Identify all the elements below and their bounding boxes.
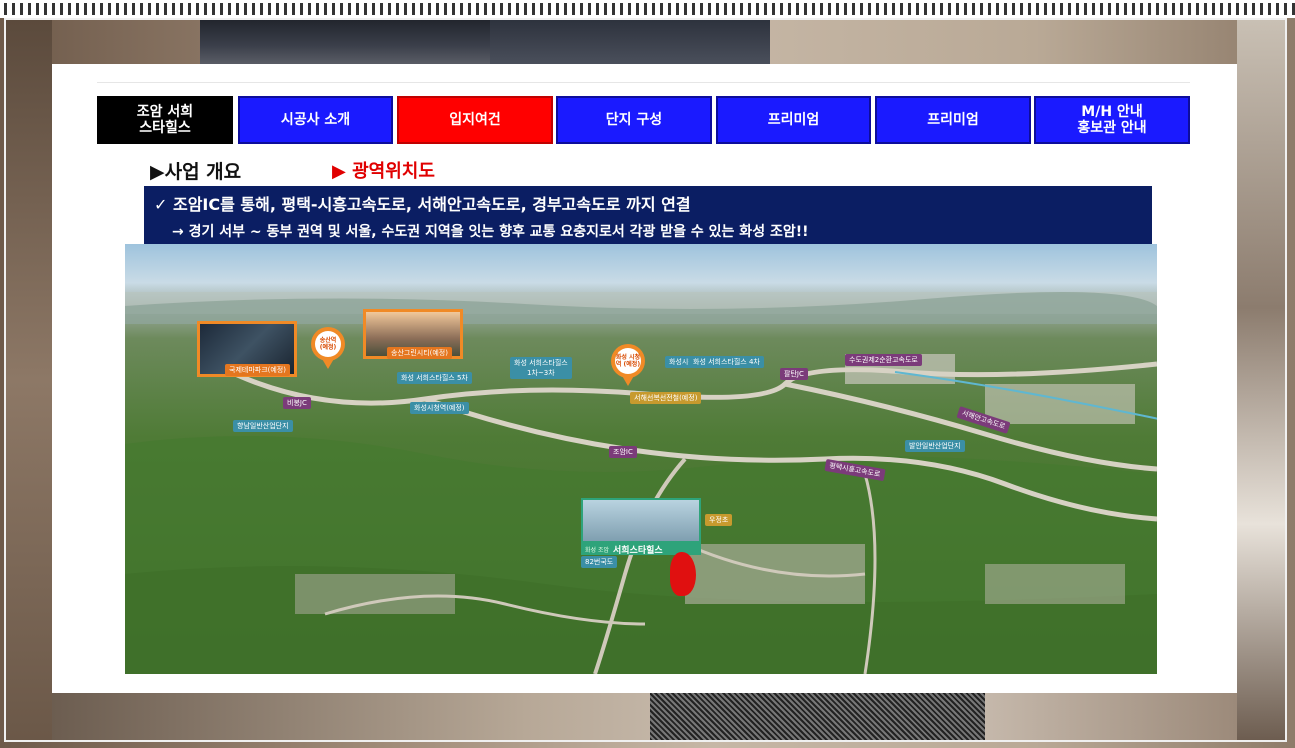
tab-premium-2[interactable]: 프리미엄 — [875, 96, 1031, 144]
label-industrial-complex: 향남일반산업단지 — [233, 420, 293, 432]
label-west-line: 서해선복선전철(예정) — [630, 392, 702, 404]
label-school: 우정초 — [705, 514, 733, 526]
pin-tail — [321, 357, 335, 369]
greencity-caption: 송산그린시티(예정) — [387, 347, 452, 359]
label-route-82: 82번국도 — [581, 556, 618, 568]
banner-line-2: → 경기 서부 ~ 동부 권역 및 서울, 수도권 지역을 잇는 향후 교통 요… — [172, 224, 809, 240]
songsan-station-pin: 송산역 (예정) — [311, 327, 345, 361]
section-sub-heading: ▶ 광역위치도 — [332, 161, 435, 182]
nav-tabs: 조암 서희 스타힐스 시공사 소개 입지여건 단지 구성 프리미엄 프리미엄 M… — [97, 96, 1190, 144]
label-starhills-5: 화성 서희스타힐스 5차 — [397, 372, 472, 384]
project-site-marker — [670, 552, 696, 596]
tab-location[interactable]: 입지여건 — [397, 96, 553, 144]
theme-park-caption: 국제테마파크(예정) — [225, 364, 290, 376]
label-hwaseong-station: 화성시청역(예정) — [410, 402, 469, 414]
label-industrial-complex-2: 발안일반산업단지 — [905, 440, 965, 452]
tab-model-house[interactable]: M/H 안내 홍보관 안내 — [1034, 96, 1190, 144]
tab-joam-seohee-starhills[interactable]: 조암 서희 스타힐스 — [97, 96, 233, 144]
label-joam-ic: 조암IC — [609, 446, 637, 458]
banner-line-1: ✓ 조암IC를 통해, 평택-시흥고속도로, 서해안고속도로, 경부고속도로 까… — [154, 195, 691, 214]
label-starhills-1-3: 화성 서희스타힐스 1차~3차 — [510, 357, 572, 379]
pin-tail — [621, 374, 635, 386]
map-terrain — [125, 291, 1157, 674]
tab-builder-intro[interactable]: 시공사 소개 — [238, 96, 393, 144]
label-ring-expressway: 수도권제2순환고속도로 — [845, 354, 922, 366]
tab-complex-layout[interactable]: 단지 구성 — [556, 96, 712, 144]
aerial-location-map: 국제테마파크(예정) 송산그린시티(예정) 송산역 (예정) 화성 시청역 (예… — [125, 244, 1157, 674]
spiral-binding — [0, 0, 1295, 18]
slide-top-rule — [97, 82, 1190, 83]
info-banner: ✓ 조암IC를 통해, 평택-시흥고속도로, 서해안고속도로, 경부고속도로 까… — [144, 186, 1152, 244]
label-bibong-jc: 비봉JC — [283, 397, 311, 409]
label-paltan-jc: 팔탄JC — [780, 368, 808, 380]
project-site-photo — [581, 498, 701, 543]
label-starhills-4: 화성 서희스타힐스 4차 — [689, 356, 764, 368]
hwaseong-city-hall-pin: 화성 시청역 (예정) — [611, 344, 645, 378]
section-heading: ▶사업 개요 — [150, 161, 242, 183]
tab-premium-1[interactable]: 프리미엄 — [716, 96, 871, 144]
slide: 조암 서희 스타힐스 시공사 소개 입지여건 단지 구성 프리미엄 프리미엄 M… — [52, 64, 1237, 693]
